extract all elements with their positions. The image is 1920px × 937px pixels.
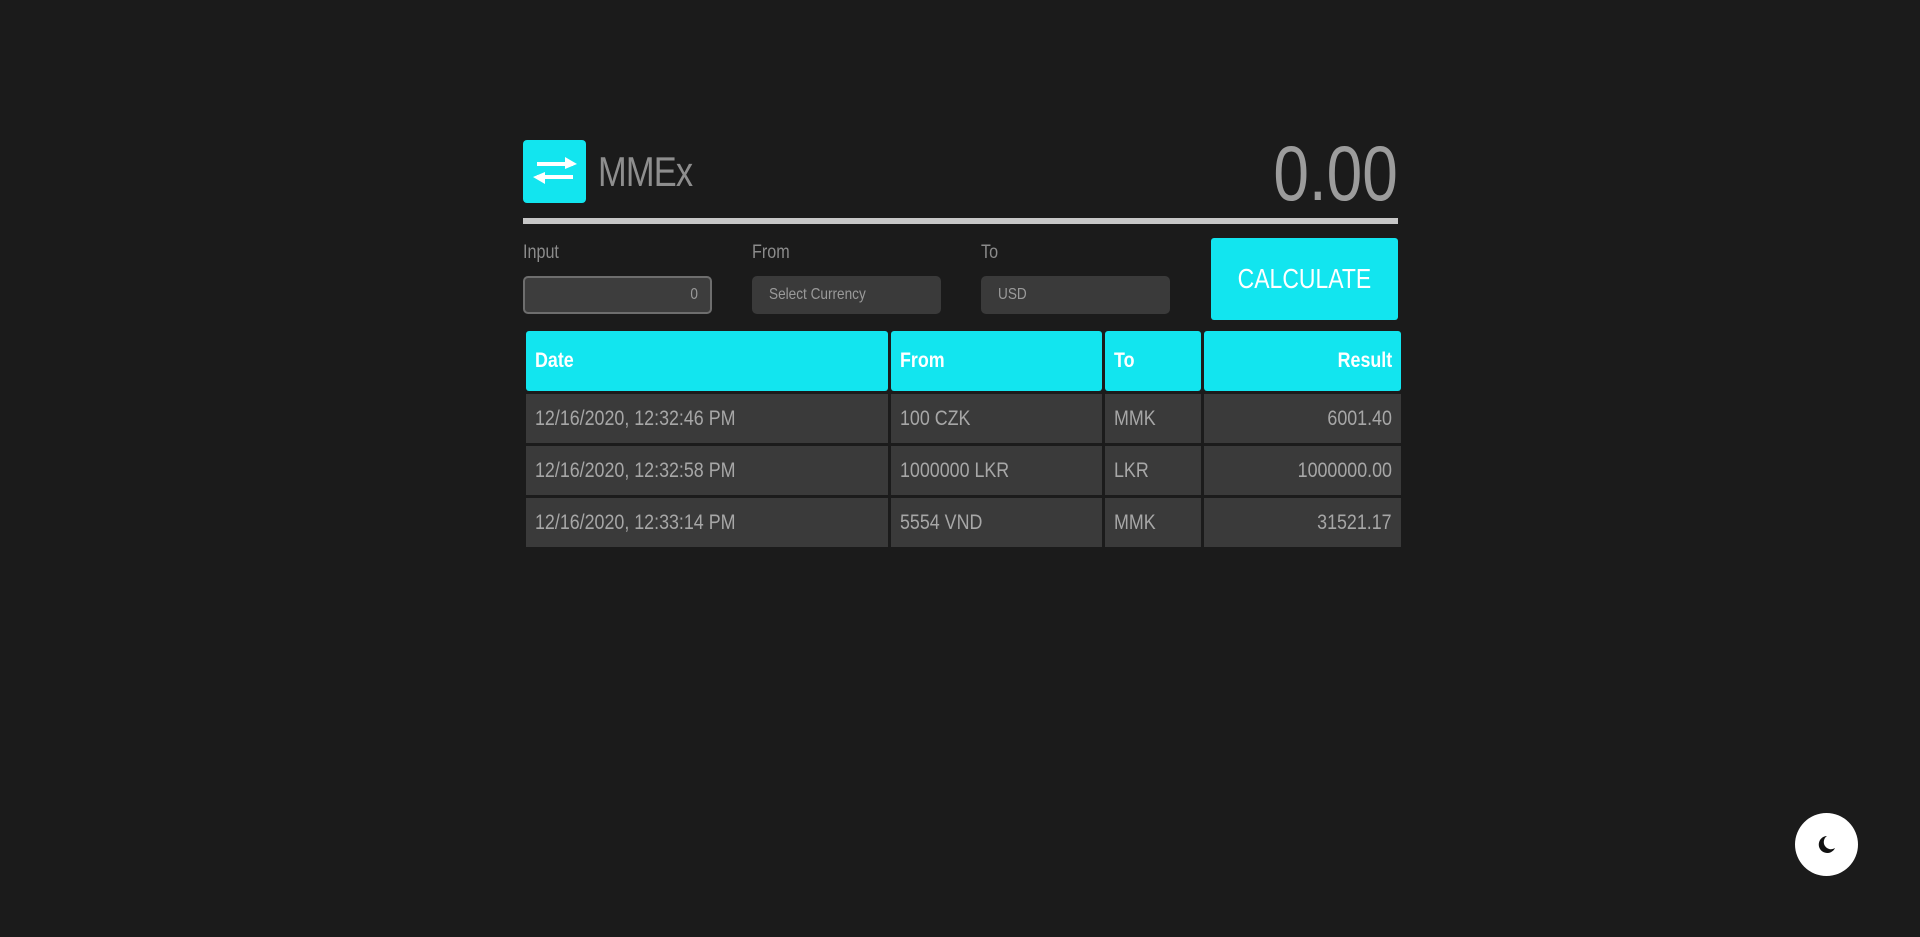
converter-app: MMEx 0.00 Input 0 From Select Currency T…: [523, 134, 1401, 550]
swap-arrows-icon: [533, 157, 577, 184]
moon-icon: [1818, 836, 1835, 853]
row-to: MMK: [1104, 394, 1202, 443]
calculate-button[interactable]: CALCULATE: [1211, 238, 1398, 320]
table-row: 12/16/2020, 12:33:14 PM 5554 VND MMK 315…: [526, 498, 1401, 547]
row-result: 31521.17: [1204, 498, 1401, 547]
row-result: 6001.40: [1204, 394, 1401, 443]
row-date: 12/16/2020, 12:32:46 PM: [526, 394, 888, 443]
theme-toggle-button[interactable]: [1795, 813, 1858, 876]
row-date: 12/16/2020, 12:32:58 PM: [526, 446, 888, 495]
row-from: 5554 VND: [890, 498, 1102, 547]
header-from: From: [890, 331, 1102, 391]
app-header: MMEx 0.00: [523, 134, 1398, 224]
to-label: To: [981, 242, 999, 263]
row-from: 1000000 LKR: [890, 446, 1102, 495]
logo: [523, 140, 586, 203]
input-field-group: Input 0: [523, 242, 712, 314]
table-header-row: Date From To Result: [526, 331, 1401, 391]
to-field-group: To USD: [981, 242, 1170, 314]
from-label: From: [752, 242, 790, 263]
amount-input[interactable]: 0: [523, 276, 712, 314]
row-to: LKR: [1104, 446, 1202, 495]
app-title: MMEx: [598, 148, 693, 195]
header-date: Date: [526, 331, 888, 391]
table-row: 12/16/2020, 12:32:46 PM 100 CZK MMK 6001…: [526, 394, 1401, 443]
input-label: Input: [523, 242, 559, 263]
header-result: Result: [1204, 331, 1401, 391]
row-to: MMK: [1104, 498, 1202, 547]
history-table: Date From To Result 12/16/2020, 12:32:46…: [523, 328, 1404, 550]
row-result: 1000000.00: [1204, 446, 1401, 495]
converter-form: Input 0 From Select Currency To USD CALC…: [523, 224, 1398, 324]
row-date: 12/16/2020, 12:33:14 PM: [526, 498, 888, 547]
from-field-group: From Select Currency: [752, 242, 941, 314]
result-total: 0.00: [1273, 129, 1398, 217]
row-from: 100 CZK: [890, 394, 1102, 443]
header-to: To: [1104, 331, 1202, 391]
table-row: 12/16/2020, 12:32:58 PM 1000000 LKR LKR …: [526, 446, 1401, 495]
from-currency-select[interactable]: Select Currency: [752, 276, 941, 314]
to-currency-select[interactable]: USD: [981, 276, 1170, 314]
